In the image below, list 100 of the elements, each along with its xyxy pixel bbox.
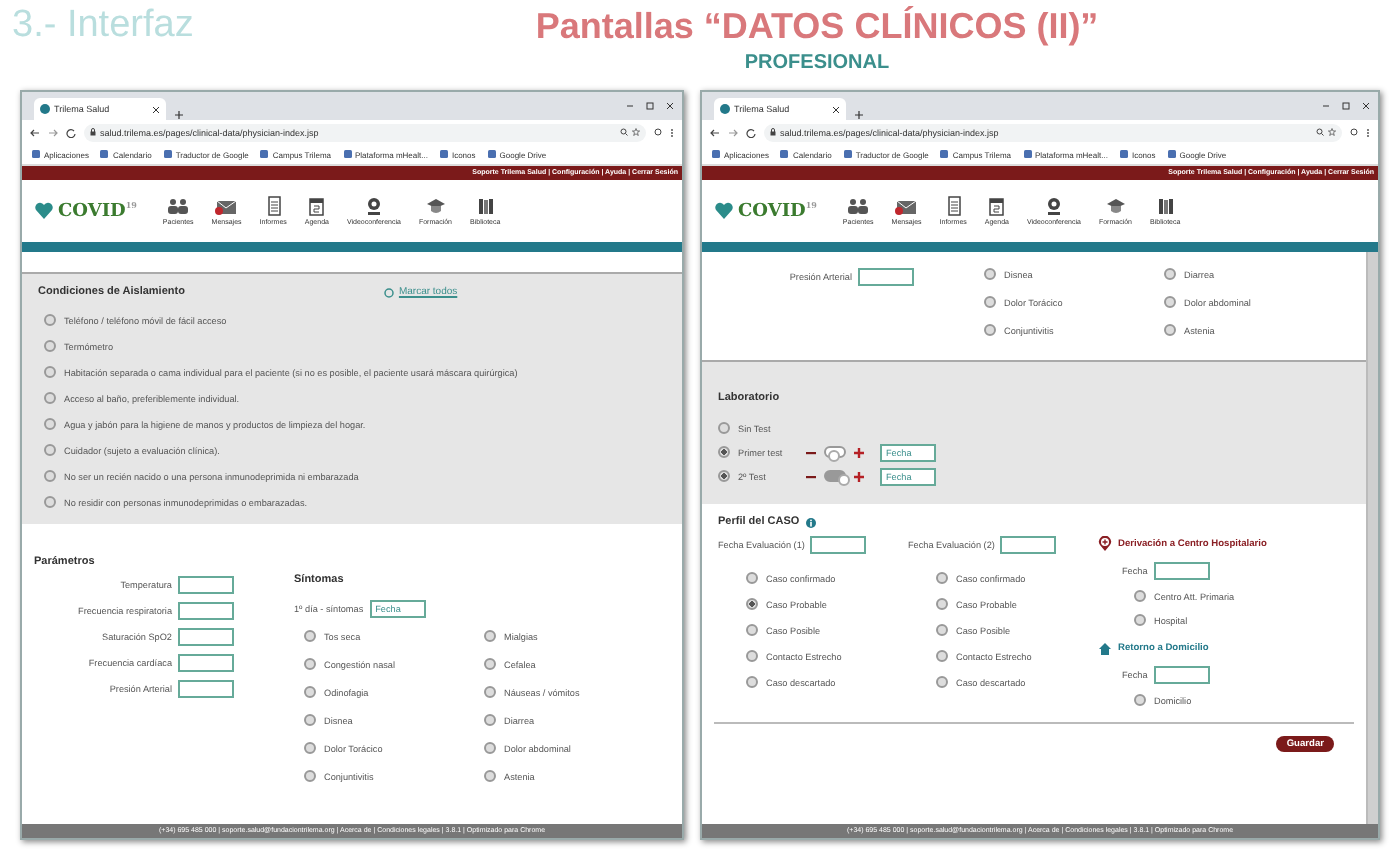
radio-button[interactable] <box>746 650 758 662</box>
close-icon[interactable] <box>832 105 840 113</box>
books-icon[interactable] <box>1153 196 1178 216</box>
radio-button[interactable] <box>1134 694 1146 706</box>
graduation-cap-icon[interactable] <box>423 196 448 216</box>
radio-button[interactable] <box>304 686 316 698</box>
radio-button[interactable] <box>1134 590 1146 602</box>
extension-icon[interactable] <box>654 128 662 136</box>
radio-button[interactable] <box>984 324 996 336</box>
radio-button[interactable] <box>1134 614 1146 626</box>
radio-button[interactable] <box>44 366 56 378</box>
radio-button[interactable] <box>936 676 948 688</box>
radio-button[interactable] <box>304 658 316 670</box>
radio-button[interactable] <box>484 658 496 670</box>
people-icon[interactable] <box>166 196 191 216</box>
radio-button[interactable] <box>718 446 730 458</box>
star-icon[interactable] <box>1328 128 1336 136</box>
radio-button[interactable] <box>936 598 948 610</box>
maximize-icon[interactable] <box>1342 102 1350 110</box>
radio-button[interactable] <box>304 742 316 754</box>
date-field[interactable] <box>1000 536 1057 554</box>
value-field[interactable] <box>178 654 234 672</box>
radio-button[interactable] <box>304 714 316 726</box>
radio-button[interactable] <box>304 770 316 782</box>
radio-button[interactable] <box>936 624 948 636</box>
minimize-icon[interactable] <box>626 102 634 110</box>
plus-icon[interactable] <box>854 471 864 481</box>
date-field[interactable] <box>1153 562 1210 580</box>
plus-icon[interactable] <box>854 447 864 457</box>
site-icon <box>720 104 730 114</box>
forward-arrow-icon[interactable] <box>728 127 738 137</box>
minimize-icon[interactable] <box>1322 102 1330 110</box>
radio-button[interactable] <box>484 742 496 754</box>
toggle-switch[interactable] <box>824 470 846 482</box>
radio-button[interactable] <box>746 572 758 584</box>
site-icon <box>1023 150 1031 158</box>
radio-button[interactable] <box>484 630 496 642</box>
reload-icon[interactable] <box>66 127 76 137</box>
heart-icon <box>34 202 54 220</box>
date-field[interactable] <box>1153 666 1210 684</box>
calendar-icon[interactable] <box>304 196 329 216</box>
envelope-icon[interactable] <box>894 196 919 216</box>
site-icon <box>1167 150 1176 158</box>
value-field[interactable] <box>858 268 914 286</box>
radio-button[interactable] <box>484 714 496 726</box>
back-arrow-icon[interactable] <box>710 127 720 137</box>
radio-button[interactable] <box>44 340 56 352</box>
radio-button[interactable] <box>44 470 56 482</box>
radio-button[interactable] <box>44 418 56 430</box>
radio-button[interactable] <box>936 572 948 584</box>
hospital-pin-icon <box>1098 536 1112 552</box>
plus-icon[interactable] <box>174 110 184 120</box>
radio-button[interactable] <box>44 392 56 404</box>
close-icon[interactable] <box>1362 102 1370 110</box>
radio-button[interactable] <box>1164 296 1176 308</box>
site-icon <box>40 104 50 114</box>
radio-button[interactable] <box>984 268 996 280</box>
circle-icon <box>384 287 395 297</box>
radio-button[interactable] <box>484 686 496 698</box>
radio-button[interactable] <box>44 444 56 456</box>
extension-icon[interactable] <box>1350 128 1358 136</box>
calendar-icon[interactable] <box>984 196 1009 216</box>
radio-button[interactable] <box>1164 324 1176 336</box>
envelope-icon[interactable] <box>214 196 239 216</box>
radio-button[interactable] <box>304 630 316 642</box>
date-field[interactable] <box>810 536 867 554</box>
site-icon <box>32 150 40 158</box>
site-icon <box>343 150 351 158</box>
radio-button[interactable] <box>984 296 996 308</box>
radio-button[interactable] <box>746 624 758 636</box>
site-icon <box>712 150 720 158</box>
reload-icon[interactable] <box>746 127 756 137</box>
plus-icon[interactable] <box>854 110 864 120</box>
radio-button[interactable] <box>484 770 496 782</box>
forward-arrow-icon[interactable] <box>48 127 58 137</box>
radio-button[interactable] <box>936 650 948 662</box>
books-icon[interactable] <box>473 196 498 216</box>
graduation-cap-icon[interactable] <box>1103 196 1128 216</box>
maximize-icon[interactable] <box>646 102 654 110</box>
radio-button[interactable] <box>1164 268 1176 280</box>
value-field[interactable] <box>178 680 234 698</box>
radio-button[interactable] <box>718 470 730 482</box>
people-icon[interactable] <box>846 196 871 216</box>
lock-icon <box>90 128 96 136</box>
back-arrow-icon[interactable] <box>30 127 40 137</box>
radio-button[interactable] <box>746 676 758 688</box>
search-icon[interactable] <box>620 128 628 136</box>
value-field[interactable] <box>178 628 234 646</box>
value-field[interactable] <box>178 602 234 620</box>
radio-button[interactable] <box>44 496 56 508</box>
search-icon[interactable] <box>1316 128 1324 136</box>
close-icon[interactable] <box>152 105 160 113</box>
close-icon[interactable] <box>666 102 674 110</box>
radio-button[interactable] <box>746 598 758 610</box>
star-icon[interactable] <box>632 128 640 136</box>
scrollbar[interactable] <box>1366 252 1378 824</box>
toggle-switch[interactable] <box>824 446 846 458</box>
radio-button[interactable] <box>718 422 730 434</box>
value-field[interactable] <box>178 576 234 594</box>
radio-button[interactable] <box>44 314 56 326</box>
